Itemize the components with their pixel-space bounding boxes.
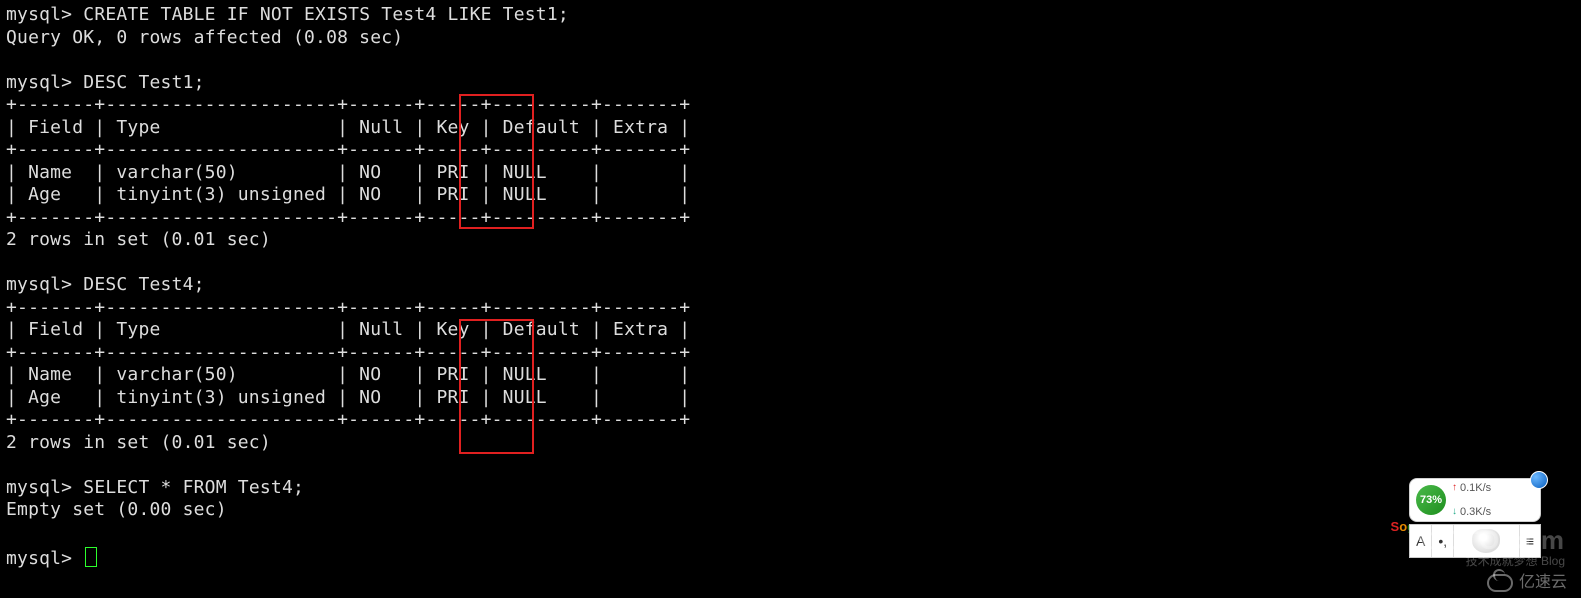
rows-summary: 2 rows in set (0.01 sec) xyxy=(6,432,271,453)
table-divider: +-------+---------------------+------+--… xyxy=(6,139,690,160)
sql-desc-test1: DESC Test1; xyxy=(83,72,204,93)
sql-select: SELECT * FROM Test4; xyxy=(83,477,304,498)
upload-icon: ↑ xyxy=(1452,477,1457,500)
table-row: | Age | tinyint(3) unsigned | NO | PRI |… xyxy=(6,387,690,408)
table-row: | Age | tinyint(3) unsigned | NO | PRI |… xyxy=(6,184,690,205)
table-divider: +-------+---------------------+------+--… xyxy=(6,94,690,115)
cursor[interactable] xyxy=(85,547,97,567)
watermark-yisu: 亿速云 xyxy=(1487,572,1567,595)
table-divider: +-------+---------------------+------+--… xyxy=(6,409,690,430)
table-divider: +-------+---------------------+------+--… xyxy=(6,342,690,363)
ime-punct[interactable]: •, xyxy=(1432,525,1454,557)
table-row: | Name | varchar(50) | NO | PRI | NULL |… xyxy=(6,162,690,183)
prompt: mysql> xyxy=(6,72,72,93)
cloud-icon xyxy=(1487,574,1513,592)
download-rate: 0.3K/s xyxy=(1460,501,1491,524)
result-create: Query OK, 0 rows affected (0.08 sec) xyxy=(6,27,403,48)
rows-summary: 2 rows in set (0.01 sec) xyxy=(6,229,271,250)
prompt: mysql> xyxy=(6,4,72,25)
cpu-percent-badge: 73% xyxy=(1416,485,1446,515)
table-header: | Field | Type | Null | Key | Default | … xyxy=(6,319,690,340)
ime-menu-icon[interactable]: ≡ xyxy=(1520,525,1540,557)
sogou-dog-icon xyxy=(1472,529,1500,553)
prompt: mysql> xyxy=(6,274,72,295)
table-header: | Field | Type | Null | Key | Default | … xyxy=(6,117,690,138)
download-icon: ↓ xyxy=(1452,501,1457,524)
sql-desc-test4: DESC Test4; xyxy=(83,274,204,295)
prompt: mysql> xyxy=(6,548,72,569)
sql-create: CREATE TABLE IF NOT EXISTS Test4 LIKE Te… xyxy=(83,4,569,25)
terminal-output: mysql> CREATE TABLE IF NOT EXISTS Test4 … xyxy=(0,0,1581,575)
table-divider: +-------+---------------------+------+--… xyxy=(6,207,690,228)
upload-rate: 0.1K/s xyxy=(1460,477,1491,500)
ime-mode[interactable]: A xyxy=(1410,525,1432,557)
widget-accent-dot xyxy=(1530,471,1548,489)
table-row: | Name | varchar(50) | NO | PRI | NULL |… xyxy=(6,364,690,385)
prompt: mysql> xyxy=(6,477,72,498)
result-select: Empty set (0.00 sec) xyxy=(6,499,227,520)
table-divider: +-------+---------------------+------+--… xyxy=(6,297,690,318)
ime-toolbar[interactable]: A •, ≡ xyxy=(1409,524,1541,558)
network-rates: ↑0.1K/s ↓0.3K/s xyxy=(1452,477,1491,523)
